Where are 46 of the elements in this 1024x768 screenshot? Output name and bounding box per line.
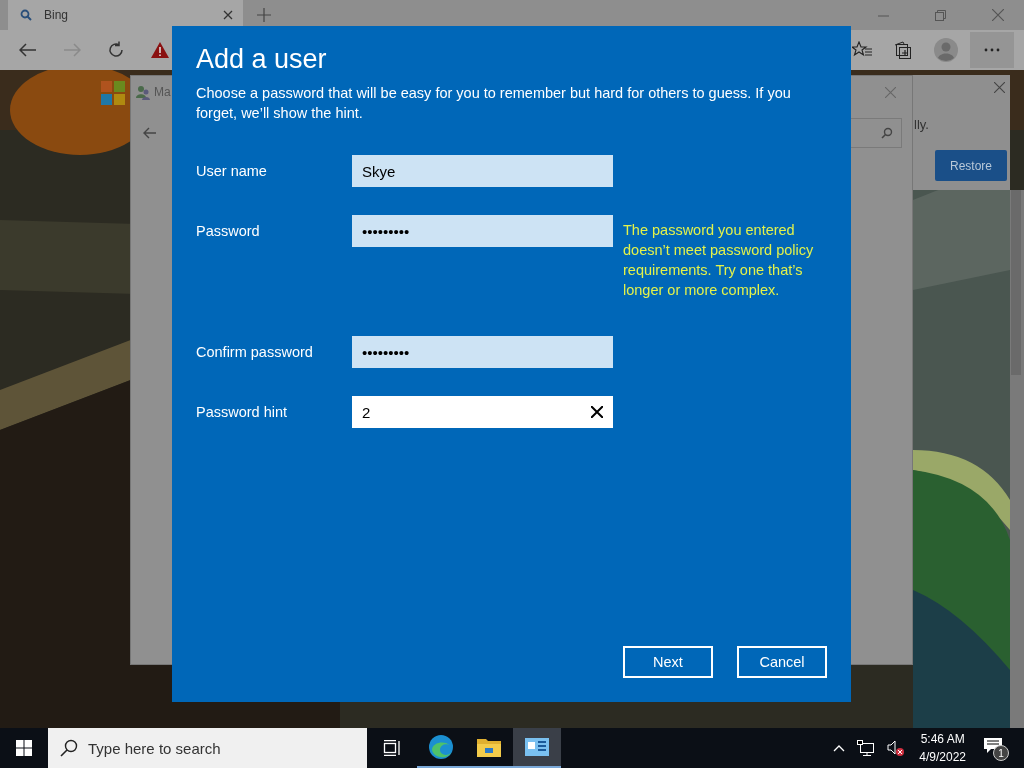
clock-date[interactable]: 4/9/2022 — [919, 748, 966, 766]
more-icon — [984, 48, 1000, 52]
logo-icon — [101, 81, 125, 105]
notice-text: lly. — [914, 117, 929, 132]
input-field[interactable]: 2 — [352, 396, 613, 428]
cancel-button[interactable]: Cancel — [737, 646, 827, 678]
field-label: Password hint — [196, 403, 289, 422]
clear-icon[interactable] — [591, 406, 603, 418]
warning-icon[interactable] — [151, 42, 169, 58]
favorites-icon[interactable] — [852, 41, 872, 59]
field-label: Password — [196, 222, 261, 241]
dialog-title: Add a user — [196, 44, 328, 75]
input-field[interactable]: ••••••••• — [352, 336, 613, 368]
taskbar-search-field[interactable]: Type here to search — [48, 728, 367, 768]
users-icon — [135, 84, 151, 100]
input-field[interactable]: Skye — [352, 155, 613, 187]
dialog-description: Choose a password that will be easy for you to remember but hard for others to guess. If you forget, we’ll show the hint. — [196, 84, 792, 123]
taskbar-app[interactable] — [513, 728, 561, 768]
task-view-icon[interactable] — [383, 740, 401, 756]
close-icon[interactable] — [994, 82, 1005, 93]
control-panel-icon — [525, 738, 549, 756]
chevron-up-icon[interactable] — [833, 744, 846, 752]
tab-title: Bing — [44, 8, 70, 22]
muted-speaker-icon[interactable] — [887, 740, 906, 756]
clock-time[interactable]: 5:46 AM — [920, 730, 965, 748]
folder-icon — [477, 737, 501, 757]
back-icon[interactable] — [143, 127, 157, 139]
search-icon — [60, 739, 78, 757]
collections-icon[interactable] — [894, 41, 912, 59]
restore-button[interactable]: Restore — [935, 150, 1007, 181]
field-label: User name — [196, 162, 268, 181]
search-icon — [881, 127, 893, 139]
back-icon[interactable] — [19, 43, 37, 57]
field-label: Confirm password — [196, 343, 314, 362]
next-button[interactable]: Next — [623, 646, 713, 678]
error-message: The password you entered doesn’t meet password policy requirements. Try one that’s longer or more complex. — [623, 221, 815, 300]
refresh-icon[interactable] — [107, 41, 125, 59]
start-icon[interactable] — [16, 740, 32, 756]
input-field[interactable]: ••••••••• — [352, 215, 613, 247]
search-icon — [20, 9, 32, 21]
notification-badge: 1 — [993, 745, 1009, 761]
close-icon[interactable] — [223, 10, 233, 20]
network-icon[interactable] — [857, 740, 876, 756]
browser-tab[interactable]: Bing — [8, 0, 243, 30]
window-title: Ma — [154, 85, 171, 99]
browser-icon — [428, 734, 454, 760]
